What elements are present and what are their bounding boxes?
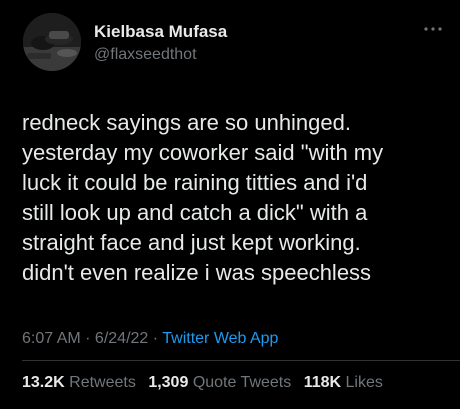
tweet-source-link[interactable]: Twitter Web App [162,330,278,347]
author-display-name[interactable]: Kielbasa Mufasa [94,22,227,42]
likes-label: Likes [345,374,383,391]
tweet-text-line: straight face and just kept working. [22,230,361,255]
more-options-icon[interactable] [422,22,444,34]
retweets-label: Retweets [69,374,136,391]
tweet-text-line: redneck sayings are so unhinged. [22,110,351,135]
tweet-metadata: 6:07 AM · 6/24/22 · Twitter Web App [22,330,278,348]
tweet-time[interactable]: 6:07 AM [22,330,81,347]
quote-tweets-stat[interactable]: 1,309 Quote Tweets [148,374,291,391]
likes-count: 118K [303,374,342,391]
meta-separator: · [148,330,163,347]
author-handle[interactable]: @flaxseedthot [94,46,197,64]
tweet-text-line: yesterday my coworker said "with my [22,140,384,165]
tweet-card: Kielbasa Mufasa @flaxseedthot redneck sa… [0,0,460,409]
avatar[interactable] [23,13,81,71]
likes-stat[interactable]: 118K Likes [304,374,383,391]
retweets-stat[interactable]: 13.2K Retweets [22,374,136,391]
tweet-date[interactable]: 6/24/22 [95,330,148,347]
quote-tweets-count: 1,309 [148,374,189,391]
avatar-image [23,13,81,71]
divider [22,360,460,361]
meta-separator: · [80,330,95,347]
tweet-text-line: didn't even realize i was speechless [22,260,372,285]
tweet-stats: 13.2K Retweets 1,309 Quote Tweets 118K L… [22,374,391,392]
tweet-text-line: luck it could be raining titties and i'd [22,170,368,195]
tweet-text-line: still look up and catch a dick" with a [22,200,368,225]
retweets-count: 13.2K [22,374,65,391]
tweet-text: redneck sayings are so unhinged. yesterd… [22,108,452,288]
quote-tweets-label: Quote Tweets [192,374,292,391]
